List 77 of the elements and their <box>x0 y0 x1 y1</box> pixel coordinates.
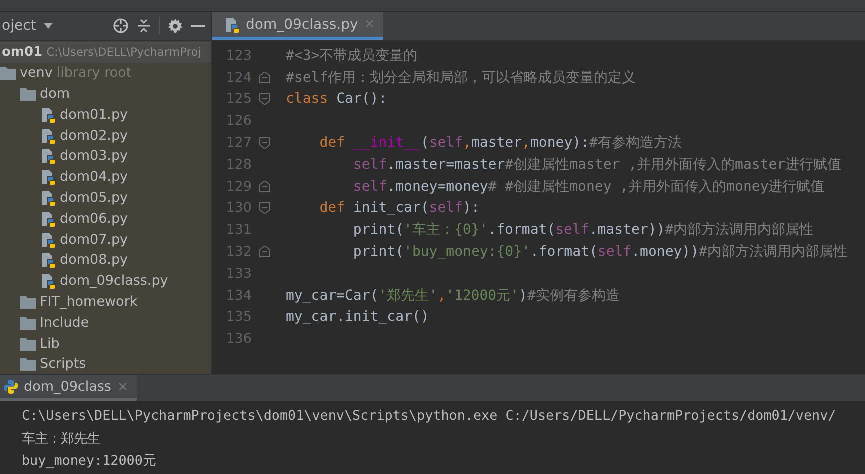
line-number: 124 <box>225 70 253 86</box>
code-line: self.master=master#创建属性master ,并用外面传入的master进行赋值 <box>352 156 842 174</box>
tree-item[interactable]: dom08.py <box>60 252 128 268</box>
folder-icon <box>0 66 16 80</box>
folder-path: C:\Users\DELL\PycharmProj <box>46 45 202 60</box>
panel-title[interactable]: oject <box>2 18 36 34</box>
python-file-icon <box>40 169 56 186</box>
folder-icon <box>20 294 36 309</box>
line-number: 132 <box>225 244 253 260</box>
code-line: self.money=money# #创建属性money ,并用外面传入的money进行赋值 <box>352 178 825 196</box>
fold-marker-icon[interactable] <box>259 72 271 84</box>
code-line: def init_car(self): <box>318 200 480 216</box>
fold-marker-icon[interactable] <box>259 246 271 258</box>
line-number: 126 <box>225 113 253 130</box>
python-file-icon <box>40 190 56 206</box>
run-tab[interactable]: dom_09class × <box>0 375 137 401</box>
tree-item[interactable]: dom_09class.py <box>60 273 168 290</box>
fold-marker-icon[interactable] <box>259 180 271 193</box>
code-line: #self作用：划分全局和局部，可以省略成员变量的定义 <box>286 68 636 87</box>
tree-item[interactable]: Lib <box>40 336 60 352</box>
tree-item[interactable]: dom03.py <box>60 148 128 164</box>
code-line: def __init__(self,master,money):#有参构造方法 <box>318 134 682 152</box>
tree-item[interactable]: dom02.py <box>60 128 128 144</box>
tree-item[interactable]: dom05.py <box>60 190 128 206</box>
python-logo-icon <box>4 380 18 394</box>
console-output-line: buy_money:12000元 <box>22 453 157 472</box>
dropdown-caret-icon[interactable] <box>44 23 54 29</box>
editor-tab[interactable]: dom_09class.py × <box>212 12 384 40</box>
minimize-icon[interactable] <box>191 24 205 28</box>
settings-icon[interactable] <box>168 18 183 34</box>
library-root-label: library root <box>56 65 132 82</box>
line-number: 131 <box>225 222 253 238</box>
python-file-icon <box>40 273 56 290</box>
fold-marker-icon[interactable] <box>259 202 271 214</box>
line-number: 128 <box>225 156 253 173</box>
line-number: 127 <box>225 135 253 152</box>
line-number: 136 <box>225 331 253 348</box>
crosshair-icon[interactable] <box>113 18 129 34</box>
python-file-icon <box>40 210 56 227</box>
tree-item[interactable]: dom06.py <box>60 210 128 227</box>
code-line: print('buy_money:{0}'.format(self.money))#内部方法调用内部属性 <box>352 243 848 262</box>
folder-icon <box>20 336 36 351</box>
code-line: class Car(): <box>286 91 388 108</box>
line-number: 123 <box>225 48 253 64</box>
line-number: 134 <box>225 288 253 304</box>
python-file-icon <box>224 16 240 32</box>
folder-icon <box>20 86 36 101</box>
code-line: print('车主：{0}'.format(self.master))#内部方法调用内部属性 <box>352 221 814 240</box>
tree-item[interactable]: Include <box>40 314 90 331</box>
fold-marker-icon[interactable] <box>259 137 271 150</box>
tree-item[interactable]: dom <box>40 86 70 102</box>
line-number: 133 <box>225 266 253 282</box>
code-line: my_car.init_car() <box>286 309 430 326</box>
tree-item[interactable]: FIT_homework <box>40 294 138 310</box>
fold-marker-icon[interactable] <box>259 93 271 106</box>
collapse-icon[interactable] <box>137 18 151 34</box>
tree-item[interactable]: om01 <box>2 44 43 60</box>
line-number: 135 <box>225 309 253 326</box>
line-number: 125 <box>225 91 253 108</box>
console-output-line: C:\Users\DELL\PycharmProjects\dom01\venv\Scripts\python.exe C:/Users/DELL/PycharmProjects/dom01/venv/ <box>22 408 838 426</box>
code-line: #<3>不带成员变量的 <box>286 46 418 65</box>
console-output-line: 车主：郑先生 <box>22 430 101 449</box>
tree-item[interactable]: dom04.py <box>60 169 128 186</box>
tree-item[interactable]: Scripts <box>40 356 86 372</box>
folder-icon <box>20 316 36 330</box>
tree-item[interactable]: dom07.py <box>60 232 128 248</box>
line-number: 129 <box>225 178 253 195</box>
folder-icon <box>20 357 36 372</box>
python-file-icon <box>40 128 56 144</box>
code-line: my_car=Car('郑先生','12000元')#实例有参构造 <box>286 286 620 305</box>
tree-item[interactable]: venv <box>20 65 53 82</box>
python-file-icon <box>40 232 56 248</box>
python-file-icon <box>40 148 56 164</box>
line-number: 130 <box>225 200 253 216</box>
python-file-icon <box>40 106 56 123</box>
python-file-icon <box>40 252 56 268</box>
tree-item[interactable]: dom01.py <box>60 106 128 123</box>
